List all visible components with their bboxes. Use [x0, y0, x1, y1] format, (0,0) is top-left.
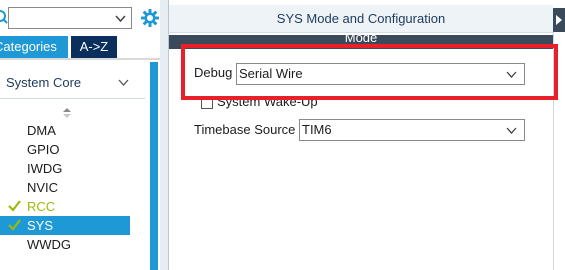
list-item-label: SYS [27, 218, 54, 233]
timebase-select[interactable]: TIM6 [299, 119, 525, 141]
chevron-down-icon[interactable] [118, 77, 129, 88]
list-item-label: IWDG [27, 161, 63, 176]
timebase-value: TIM6 [302, 122, 332, 137]
tab-a-to-z-label: A->Z [79, 39, 109, 54]
tab-categories-label: Categories [0, 39, 57, 54]
list-item[interactable]: RCC [0, 197, 130, 216]
gear-icon[interactable] [140, 8, 160, 28]
check-icon [8, 200, 21, 212]
panel-title: SYS Mode and Configuration [276, 11, 446, 26]
list-item[interactable]: GPIO [0, 140, 130, 159]
check-icon [8, 219, 21, 231]
collapse-arrow-icon[interactable] [553, 8, 565, 32]
divider [0, 98, 145, 99]
timebase-label: Timebase Source [194, 122, 296, 137]
tab-categories[interactable]: Categories [0, 36, 68, 58]
scrollbar[interactable] [150, 62, 158, 270]
list-item[interactable]: DMA [0, 121, 130, 140]
list-item[interactable]: WWDG [0, 235, 130, 254]
highlight-annotation [181, 44, 558, 100]
search-icon[interactable] [0, 8, 8, 28]
list-item-label: RCC [27, 199, 56, 214]
category-label: System Core [6, 75, 82, 90]
list-item-label: DMA [27, 123, 56, 138]
sort-icon[interactable] [62, 106, 72, 118]
chevron-down-icon[interactable] [115, 13, 126, 24]
list-item-label: GPIO [27, 142, 60, 157]
category-system-core[interactable]: System Core [0, 68, 145, 98]
list-item[interactable]: IWDG [0, 159, 130, 178]
chevron-down-icon[interactable] [506, 125, 517, 136]
list-item[interactable]: NVIC [0, 178, 130, 197]
search-input[interactable] [8, 7, 132, 29]
divider [0, 58, 160, 60]
panel-title-bar: SYS Mode and Configuration [169, 5, 553, 33]
list-item-label: WWDG [27, 237, 72, 252]
list-item[interactable]: SYS [0, 216, 130, 235]
tab-a-to-z[interactable]: A->Z [71, 36, 117, 58]
list-item-label: NVIC [27, 180, 59, 195]
